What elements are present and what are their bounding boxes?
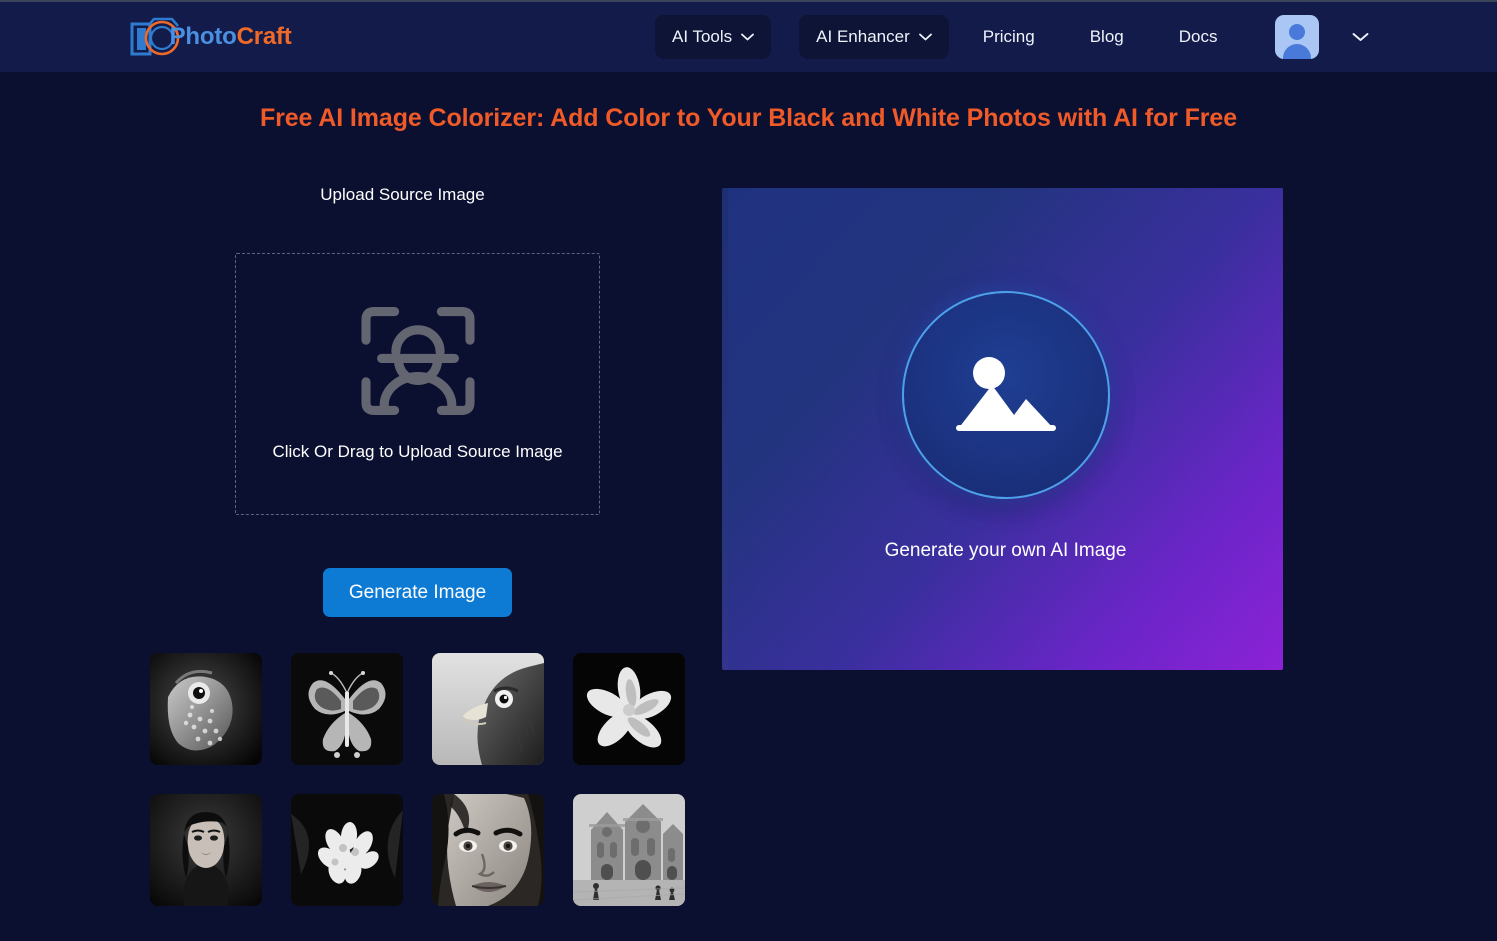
nav-link-blog[interactable]: Blog [1084,27,1130,47]
avatar-head [1289,24,1306,40]
brand-name-ai: AI [146,23,170,50]
sample-image-grid [150,653,695,906]
upload-dropzone-text: Click Or Drag to Upload Source Image [272,442,563,461]
eagle-thumbnail[interactable] [432,653,544,765]
main-navigation: AI Tools AI Enhancer Pricing Blog Docs [655,2,1369,72]
nav-link-docs[interactable]: Docs [1173,27,1224,47]
upload-dropzone[interactable]: Click Or Drag to Upload Source Image [235,253,600,515]
upload-section-label: Upload Source Image [320,185,485,204]
brand-name-photo: Photo [169,23,237,50]
avatar-body [1283,44,1312,59]
nav-link-pricing[interactable]: Pricing [977,27,1041,47]
nav-menu-ai-enhancer-label: AI Enhancer [816,27,910,46]
nav-menu-ai-enhancer[interactable]: AI Enhancer [799,15,949,59]
brand-logo[interactable]: AIPhotoCraft [128,11,292,63]
site-header: AIPhotoCraft AI Tools AI Enhancer Pricin… [0,2,1497,72]
ai-image-preview-panel[interactable]: Generate your own AI Image [728,188,1283,670]
butterfly-thumbnail[interactable] [291,653,403,765]
preview-caption: Generate your own AI Image [884,540,1127,561]
preview-circle [901,291,1110,499]
cathedral-thumbnail[interactable] [573,794,685,906]
brand-name-craft: Craft [236,23,292,50]
nav-menu-ai-tools-label: AI Tools [672,27,733,46]
flower-thumbnail[interactable] [573,653,685,765]
brand-name: AIPhotoCraft [146,23,292,51]
upload-column: Upload Source Image Click Or Drag to Upl… [150,185,690,906]
account-chevron-down-icon[interactable] [1352,32,1369,42]
lizard-thumbnail[interactable] [150,653,262,765]
face-scan-icon [353,296,483,426]
portrait-woman-thumbnail[interactable] [150,794,262,906]
face-closeup-thumbnail[interactable] [432,794,544,906]
generate-image-button[interactable]: Generate Image [323,568,512,617]
image-placeholder-icon [952,349,1060,441]
preview-panel-wrapper: Generate your own AI Image [722,188,1283,670]
flowers-cluster-thumbnail[interactable] [291,794,403,906]
page-title: Free AI Image Colorizer: Add Color to Yo… [259,104,1238,132]
chevron-down-icon [741,33,755,41]
user-avatar-icon[interactable] [1275,15,1320,59]
chevron-down-icon [918,33,932,41]
nav-menu-ai-tools[interactable]: AI Tools [655,15,772,59]
